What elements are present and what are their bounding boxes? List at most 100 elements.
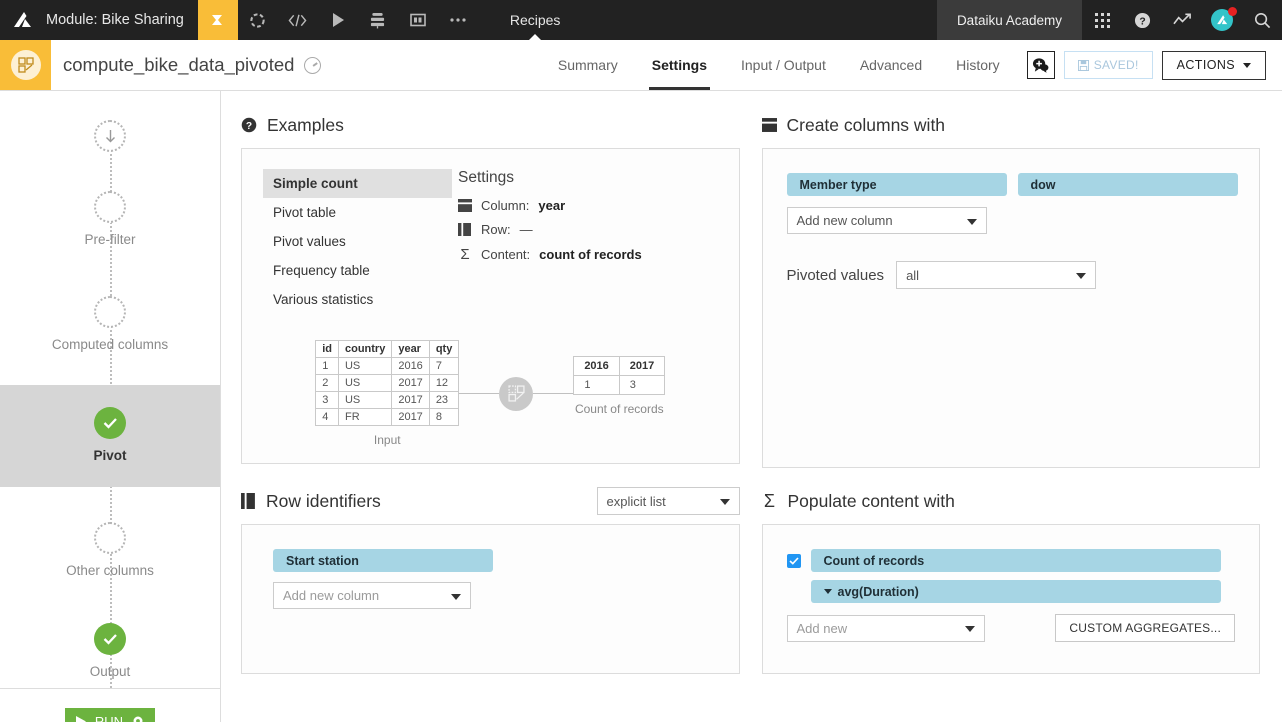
automation-icon[interactable] <box>358 0 398 40</box>
project-name[interactable]: Module: Bike Sharing <box>46 0 198 40</box>
step-node-empty <box>94 191 126 223</box>
arrow-down-icon <box>94 120 126 152</box>
row-identifiers-mode-select[interactable]: explicit list <box>596 487 740 515</box>
recipes-menu[interactable]: Recipes <box>494 0 577 40</box>
sidebar-item-pivot[interactable]: Pivot <box>0 385 220 487</box>
metrics-trend-icon[interactable] <box>1162 0 1202 40</box>
row-identifier-chip-start-station[interactable]: Start station <box>273 549 493 572</box>
row-identifiers-section: Row identifiers explicit list Start stat… <box>241 484 740 674</box>
sigma-icon: Σ <box>763 490 776 511</box>
row-bars-icon <box>458 223 471 236</box>
populate-content-footer: Add new CUSTOM AGGREGATES... <box>786 614 1260 642</box>
academy-link[interactable]: Dataiku Academy <box>936 0 1082 40</box>
gear-icon <box>133 716 143 722</box>
output-table: 2016 2017 1 3 <box>573 355 666 395</box>
create-columns-body: Member type dow Add new column Pivoted v… <box>763 149 1260 467</box>
examples-section: ? Examples Simple count Pivot table Pivo… <box>241 108 740 468</box>
dashboards-icon[interactable] <box>398 0 438 40</box>
cell: 8 <box>428 408 460 426</box>
tab-input-output[interactable]: Input / Output <box>724 40 843 90</box>
sidebar-item-label: Pivot <box>93 448 127 463</box>
tab-history[interactable]: History <box>939 40 1017 90</box>
svg-text:?: ? <box>246 121 252 132</box>
add-new-column-select[interactable]: Add new column <box>786 207 987 234</box>
sidebar-item-output[interactable]: Output <box>0 616 220 688</box>
cell: 12 <box>428 374 460 392</box>
example-setting-row: Row: — <box>458 222 642 237</box>
pivot-recipe-icon <box>0 40 51 90</box>
search-icon[interactable] <box>1242 0 1282 40</box>
column-bars-icon <box>458 199 472 212</box>
aggregate-chip-avg-duration[interactable]: avg(Duration) <box>810 580 1221 603</box>
example-diagram: id country year qty 1 US 2016 7 2 US 201… <box>242 314 739 463</box>
recipe-tabs: Summary Settings Input / Output Advanced… <box>321 40 1026 90</box>
pivoted-values-label: Pivoted values <box>786 266 885 284</box>
example-setting-column: Column: year <box>458 198 642 213</box>
sidebar-item-input[interactable] <box>0 113 220 152</box>
column-chip-member-type[interactable]: Member type <box>786 173 1007 196</box>
user-avatar[interactable] <box>1202 0 1242 40</box>
chevron-down-icon <box>1243 62 1251 68</box>
top-icon-group <box>197 0 478 40</box>
create-columns-chips: Member type dow <box>786 173 1260 196</box>
create-columns-section: Create columns with Member type dow Add … <box>761 108 1260 468</box>
sidebar-item-pre-filter[interactable]: Pre-filter <box>0 184 220 256</box>
more-ellipsis-icon[interactable] <box>438 0 478 40</box>
output-caption: Count of records <box>574 401 664 416</box>
save-disk-icon <box>1077 59 1089 71</box>
cell: FR <box>337 408 393 426</box>
table-row: 1 US 2016 7 <box>315 357 460 375</box>
lab-icon[interactable] <box>238 0 278 40</box>
cell: 23 <box>428 391 460 409</box>
sidebar-item-label: Output <box>89 664 131 679</box>
actions-button[interactable]: ACTIONS <box>1161 50 1266 80</box>
populate-content-body: Count of records avg(Duration) Add new C… <box>763 525 1260 673</box>
example-setting-value: count of records <box>539 247 642 262</box>
add-aggregate-select[interactable]: Add new <box>786 614 985 642</box>
row-identifiers-add-select[interactable]: Add new column <box>273 582 471 609</box>
table-header-row: 2016 2017 <box>573 355 666 376</box>
column-chip-dow[interactable]: dow <box>1017 173 1238 196</box>
sidebar-item-computed-columns[interactable]: Computed columns <box>0 289 220 361</box>
jobs-play-icon[interactable] <box>318 0 358 40</box>
discussions-icon[interactable] <box>1026 51 1055 79</box>
table-row: 3 US 2017 23 <box>315 391 460 409</box>
row-identifiers-header: Row identifiers explicit list <box>241 484 740 518</box>
examples-title: Examples <box>267 114 344 135</box>
help-icon[interactable]: ? <box>1122 0 1162 40</box>
examples-list: Simple count Pivot table Pivot values Fr… <box>242 163 452 314</box>
column-bars-icon <box>761 118 777 132</box>
schedule-icon[interactable] <box>304 56 322 74</box>
example-item-frequency-table[interactable]: Frequency table <box>263 256 452 285</box>
code-icon[interactable] <box>278 0 318 40</box>
example-item-various-statistics[interactable]: Various statistics <box>263 285 452 314</box>
top-navigation-bar: Module: Bike Sharing Recipes Dataiku Aca… <box>0 0 1282 40</box>
cell: 1 <box>573 374 620 395</box>
cell: 7 <box>428 357 460 375</box>
example-item-pivot-values[interactable]: Pivot values <box>263 227 452 256</box>
run-button[interactable]: RUN <box>64 708 156 722</box>
tab-summary[interactable]: Summary <box>541 40 635 90</box>
count-of-records-checkbox[interactable] <box>786 553 801 568</box>
page-body: Pre-filter Computed columns Pivot Other … <box>0 91 1282 722</box>
row-identifiers-panel: Start station Add new column <box>241 524 740 674</box>
example-item-simple-count[interactable]: Simple count <box>263 169 452 198</box>
pivoted-values-select[interactable]: all <box>896 261 1097 289</box>
aggregate-chip-count-of-records[interactable]: Count of records <box>810 549 1221 572</box>
tab-settings[interactable]: Settings <box>635 40 724 90</box>
examples-header: ? Examples <box>241 108 740 142</box>
topbar-right-icons: ? <box>1082 0 1282 40</box>
custom-aggregates-button[interactable]: CUSTOM AGGREGATES... <box>1055 614 1235 642</box>
example-item-pivot-table[interactable]: Pivot table <box>263 198 452 227</box>
flow-icon[interactable] <box>197 0 238 40</box>
svg-text:?: ? <box>1139 16 1145 27</box>
cell: 2017 <box>391 374 430 392</box>
tab-advanced[interactable]: Advanced <box>843 40 939 90</box>
example-setting-value: — <box>519 222 533 237</box>
example-settings: Settings Column: year Row: — Σ Content: … <box>452 163 642 314</box>
sidebar-item-other-columns[interactable]: Other columns <box>0 515 220 587</box>
dataiku-logo-icon[interactable] <box>0 0 46 40</box>
pivot-recipe-icon <box>499 376 534 411</box>
apps-grid-icon[interactable] <box>1082 0 1122 40</box>
example-setting-content: Σ Content: count of records <box>458 246 642 263</box>
